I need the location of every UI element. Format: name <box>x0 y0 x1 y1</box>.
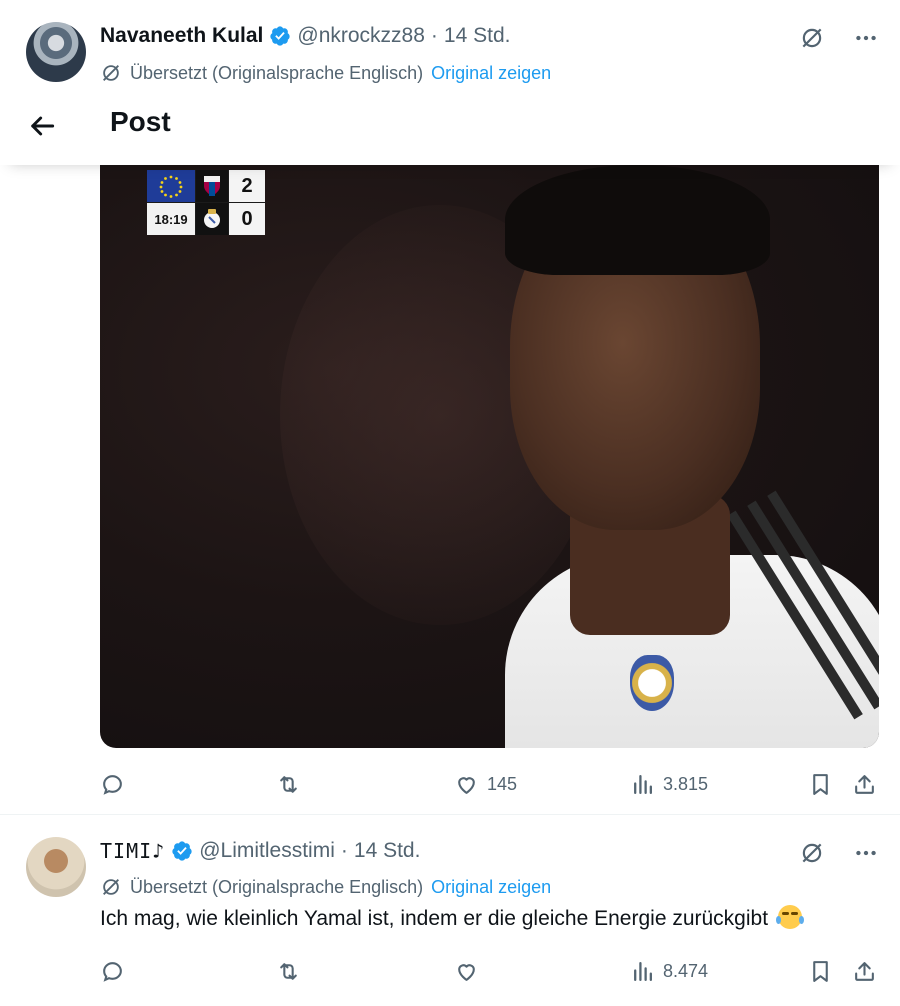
scoreboard: 2 18:19 0 <box>147 170 265 235</box>
home-team-crest-icon <box>196 170 228 202</box>
views-button[interactable]: 3.815 <box>630 772 708 797</box>
translated-label: Übersetzt (Originalsprache Englisch) <box>130 62 424 83</box>
reply-button[interactable] <box>100 959 133 984</box>
reply-top-icons <box>798 839 880 867</box>
competition-logo-icon <box>147 170 195 202</box>
reply-icon <box>103 961 122 982</box>
tweet-actions: 145 3.815 <box>100 769 879 799</box>
bookmark-button[interactable] <box>808 959 833 984</box>
share-icon <box>855 774 874 794</box>
like-icon <box>458 776 475 794</box>
repost-icon <box>280 775 297 793</box>
reply-text-content: Ich mag, wie kleinlich Yamal ist, indem … <box>100 907 769 930</box>
show-original-link[interactable]: Original zeigen <box>431 877 551 898</box>
translation-row: Übersetzt (Originalsprache Englisch) Ori… <box>100 62 551 84</box>
view-count: 3.815 <box>663 773 709 794</box>
more-icon[interactable] <box>852 839 880 867</box>
reply-text: Ich mag, wie kleinlich Yamal ist, indem … <box>100 905 804 931</box>
views-button[interactable]: 8.474 <box>630 959 708 984</box>
avatar[interactable] <box>26 837 86 897</box>
share-icon <box>855 961 874 981</box>
translate-icon <box>103 65 119 81</box>
translation-row: Übersetzt (Originalsprache Englisch) Ori… <box>100 876 551 898</box>
home-score: 2 <box>229 170 265 202</box>
timestamp[interactable]: 14 Std. <box>444 24 511 48</box>
author-handle[interactable]: @Limitlesstimi <box>199 839 335 863</box>
share-button[interactable] <box>852 959 877 984</box>
reply-actions: 8.474 <box>100 956 879 986</box>
author-name[interactable]: TIMI♪ <box>100 839 165 863</box>
view-count: 8.474 <box>663 960 709 981</box>
page-title: Post <box>110 106 171 137</box>
repost-icon <box>280 962 297 980</box>
away-team-crest-icon <box>196 203 228 235</box>
reply-icon <box>103 774 122 795</box>
like-count: 145 <box>487 773 518 794</box>
like-button[interactable] <box>454 959 487 984</box>
away-score: 0 <box>229 203 265 235</box>
back-arrow-icon[interactable] <box>26 110 58 142</box>
more-icon[interactable] <box>852 24 880 52</box>
share-button[interactable] <box>852 772 877 797</box>
tweet-header: Navaneeth Kulal @nkrockzz88 · 14 Std. <box>100 24 510 48</box>
like-icon <box>458 963 475 981</box>
separator-dot: · <box>340 839 348 862</box>
reply-button[interactable] <box>100 772 133 797</box>
tweet-top-icons <box>798 24 880 52</box>
tears-of-joy-icon <box>775 905 804 929</box>
show-original-link[interactable]: Original zeigen <box>431 63 551 84</box>
translated-label: Übersetzt (Originalsprache Englisch) <box>130 876 424 897</box>
bookmark-icon <box>813 773 828 795</box>
grok-icon[interactable] <box>798 24 826 52</box>
verified-badge-icon <box>172 841 192 861</box>
views-icon <box>634 961 652 981</box>
match-clock: 18:19 <box>147 203 195 235</box>
timestamp[interactable]: 14 Std. <box>354 839 421 863</box>
bookmark-button[interactable] <box>808 772 833 797</box>
bookmark-icon <box>813 960 828 982</box>
translate-icon <box>103 879 119 895</box>
club-crest-icon <box>630 655 674 711</box>
post-header-bar: Post <box>0 90 900 165</box>
separator-dot: · <box>430 24 438 47</box>
tweet-media-image[interactable]: 2 18:19 0 <box>100 165 879 748</box>
repost-button[interactable] <box>276 959 309 984</box>
verified-badge-icon <box>270 26 291 46</box>
player-hair <box>505 165 770 275</box>
author-name[interactable]: Navaneeth Kulal <box>100 24 263 48</box>
avatar[interactable] <box>26 22 86 82</box>
reply-header: TIMI♪ @Limitlesstimi · 14 Std. <box>100 839 420 863</box>
like-button[interactable]: 145 <box>454 772 517 797</box>
grok-icon[interactable] <box>798 839 826 867</box>
views-icon <box>634 774 652 794</box>
repost-button[interactable] <box>276 772 309 797</box>
author-handle[interactable]: @nkrockzz88 <box>297 24 425 48</box>
